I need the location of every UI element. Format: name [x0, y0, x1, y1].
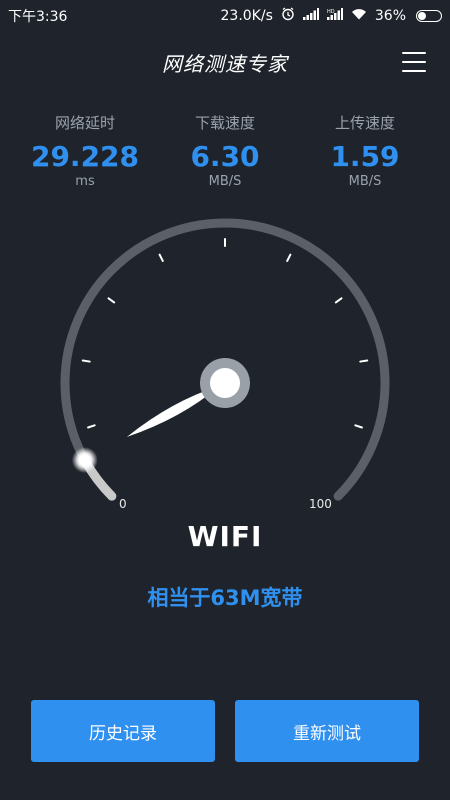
- gauge-tick: [158, 253, 164, 262]
- latency-value: 29.228: [30, 140, 140, 173]
- latency-label: 网络延时: [54, 114, 115, 132]
- latency-unit: ms: [75, 174, 95, 189]
- hamburger-menu-icon[interactable]: [402, 52, 426, 72]
- speed-test-screen: 下午3:36 23.0K/s HD 36% 网络测速专家 网络延时 29.228…: [0, 0, 450, 800]
- upload-label: 上传速度: [334, 114, 395, 132]
- download-unit: MB/S: [208, 174, 242, 189]
- battery-icon: [416, 10, 442, 22]
- gauge-tick: [354, 424, 363, 429]
- action-buttons: 历史记录 重新测试: [31, 700, 419, 762]
- app-title: 网络测速专家: [162, 51, 288, 76]
- gauge-tick: [107, 297, 116, 304]
- retest-button[interactable]: 重新测试: [235, 700, 419, 762]
- network-speed-readout: 23.0K/s: [220, 8, 273, 24]
- connection-type: WIFI: [187, 520, 263, 553]
- menu-line: [402, 61, 426, 63]
- upload-value: 1.59: [330, 140, 400, 173]
- download-value: 6.30: [190, 140, 260, 173]
- svg-text:HD: HD: [327, 9, 335, 15]
- signal-icon: [302, 8, 319, 24]
- upload-metric: 上传速度 1.59 MB/S: [305, 112, 425, 189]
- speed-gauge-svg: [60, 218, 390, 501]
- download-metric: 下载速度 6.30 MB/S: [165, 112, 285, 189]
- gauge-progress-knob: [78, 454, 91, 467]
- bandwidth-equivalent: 相当于63M宽带: [147, 586, 303, 610]
- menu-line: [402, 70, 426, 72]
- menu-line: [402, 52, 426, 54]
- status-right: 23.0K/s HD 36%: [220, 7, 442, 25]
- gauge-tick: [359, 359, 369, 363]
- latency-metric: 网络延时 29.228 ms: [25, 112, 145, 189]
- gauge-hub: [210, 368, 240, 398]
- gauge-tick: [81, 359, 91, 363]
- gauge-min-label: 0: [119, 497, 127, 511]
- gauge-max-label: 100: [309, 497, 332, 511]
- battery-percent: 36%: [374, 8, 406, 24]
- hd-signal-icon: HD: [326, 8, 343, 24]
- status-bar: 下午3:36 23.0K/s HD 36%: [0, 0, 450, 32]
- download-label: 下载速度: [194, 114, 255, 132]
- history-button[interactable]: 历史记录: [31, 700, 215, 762]
- wifi-icon: [351, 8, 367, 24]
- alarm-icon: [281, 7, 295, 25]
- upload-unit: MB/S: [348, 174, 382, 189]
- metrics-row: 网络延时 29.228 ms 下载速度 6.30 MB/S 上传速度 1.59 …: [0, 112, 450, 189]
- gauge-tick: [87, 424, 96, 429]
- speed-gauge: 0 100: [0, 210, 450, 520]
- status-time: 下午3:36: [8, 9, 68, 25]
- app-header: 网络测速专家: [0, 32, 450, 92]
- gauge-tick: [334, 297, 343, 304]
- battery-fill: [418, 12, 426, 20]
- gauge-tick: [286, 253, 292, 262]
